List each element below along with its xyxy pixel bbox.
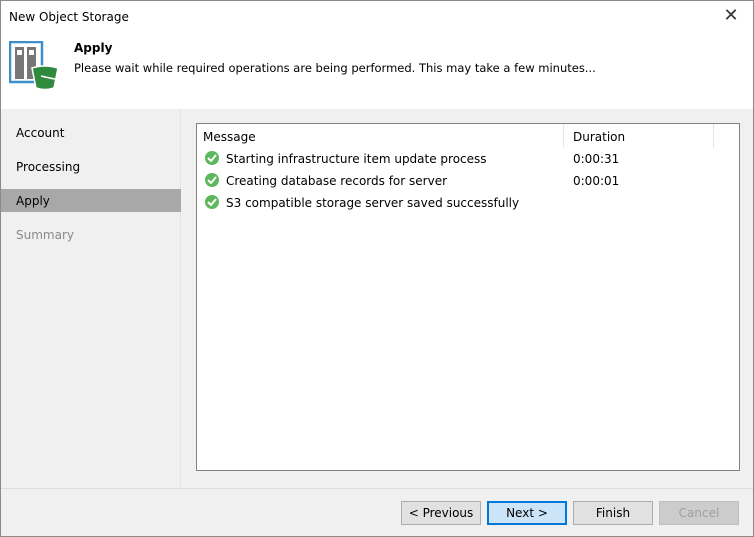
step-navigation: Account Processing Apply Summary (1, 109, 181, 488)
wizard-body: Account Processing Apply Summary Message… (1, 109, 753, 488)
table-row: Starting infrastructure item update proc… (197, 148, 737, 170)
success-check-icon (205, 173, 219, 187)
step-title: Apply (74, 41, 113, 55)
title-bar: New Object Storage ✕ (1, 1, 753, 33)
success-check-icon (205, 195, 219, 209)
log-duration: 0:00:31 (573, 152, 620, 166)
nav-item-account[interactable]: Account (1, 121, 181, 144)
log-message: Starting infrastructure item update proc… (226, 152, 487, 166)
column-header-duration[interactable]: Duration (564, 124, 714, 148)
nav-item-processing[interactable]: Processing (1, 155, 181, 178)
log-table: Message Duration Starting infrastructure… (196, 123, 740, 471)
wizard-footer: < Previous Next > Finish Cancel (1, 488, 753, 536)
close-icon[interactable]: ✕ (719, 5, 743, 26)
table-row: S3 compatible storage server saved succe… (197, 192, 737, 214)
wizard-window: New Object Storage ✕ Apply Please wait w… (0, 0, 754, 537)
log-duration: 0:00:01 (573, 174, 620, 188)
window-title: New Object Storage (9, 10, 129, 24)
step-description: Please wait while required operations ar… (74, 61, 596, 75)
object-storage-bucket-icon (9, 41, 59, 91)
column-header-message[interactable]: Message (197, 124, 564, 148)
previous-button[interactable]: < Previous (401, 501, 481, 525)
wizard-header: Apply Please wait while required operati… (1, 33, 753, 109)
table-row: Creating database records for server 0:0… (197, 170, 737, 192)
nav-item-apply[interactable]: Apply (1, 189, 181, 212)
next-button[interactable]: Next > (487, 501, 567, 525)
finish-button[interactable]: Finish (573, 501, 653, 525)
log-message: S3 compatible storage server saved succe… (226, 196, 520, 210)
cancel-button: Cancel (659, 501, 739, 525)
log-message: Creating database records for server (226, 174, 448, 188)
nav-item-summary: Summary (16, 228, 74, 242)
success-check-icon (205, 151, 219, 165)
